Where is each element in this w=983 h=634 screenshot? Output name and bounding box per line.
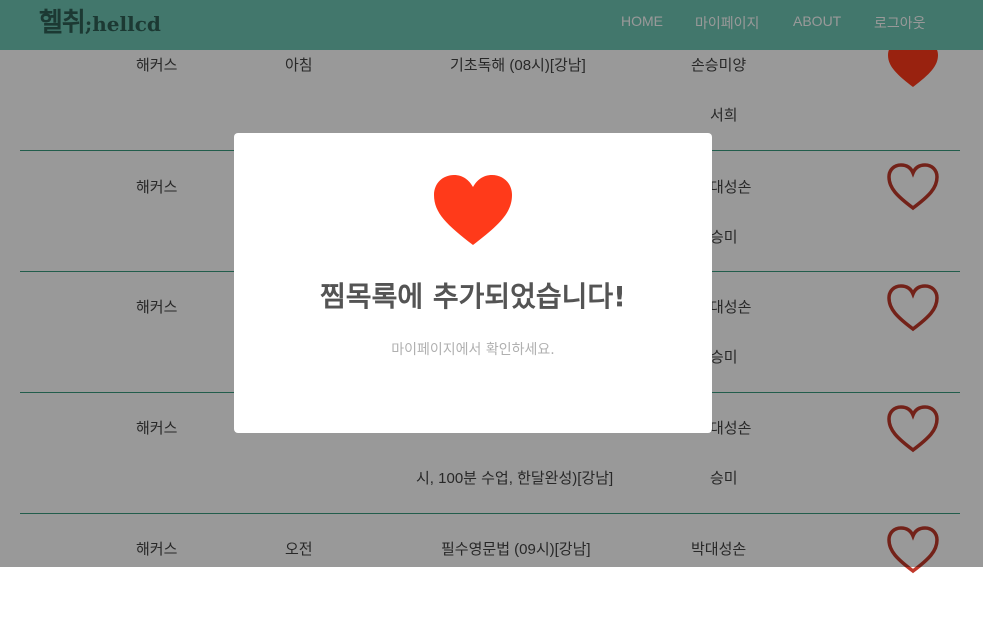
modal-subtitle: 마이페이지에서 확인하세요.: [391, 342, 555, 358]
heart-icon: [434, 175, 512, 245]
modal-title: 찜목록에 추가되었습니다!: [320, 280, 626, 313]
favorite-added-modal: 찜목록에 추가되었습니다! 마이페이지에서 확인하세요.: [234, 133, 712, 433]
